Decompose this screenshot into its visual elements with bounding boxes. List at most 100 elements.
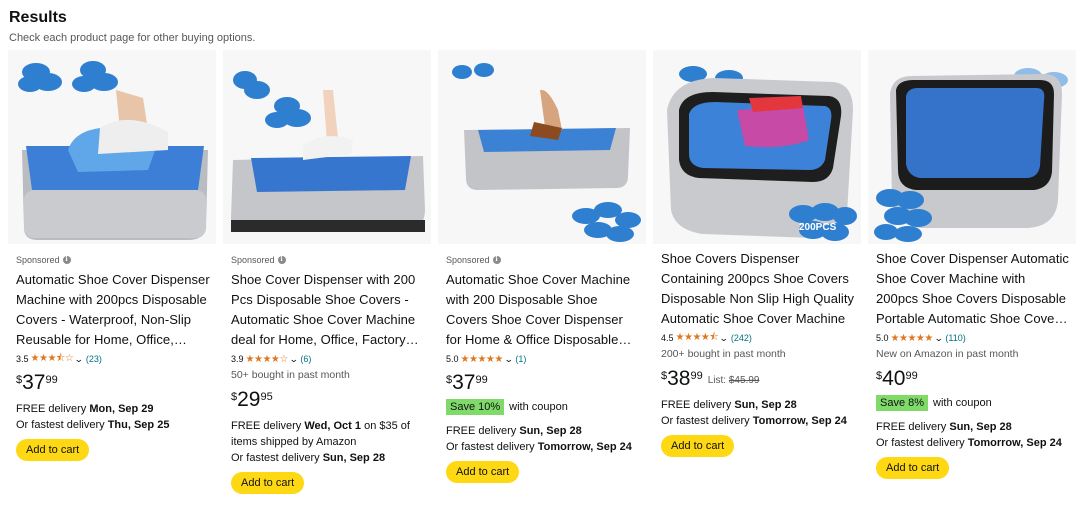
price[interactable]: $ 40 99	[876, 368, 1070, 389]
delivery-info: FREE delivery Wed, Oct 1 on $35 of items…	[231, 420, 410, 464]
product-grid: Sponsored i Automatic Shoe Cover Dispenser…	[8, 50, 1080, 510]
delivery-date: Sun, Sep 28	[949, 421, 1012, 433]
delivery-info: FREE delivery Sun, Sep 28 Or fastest del…	[661, 399, 847, 427]
product-card: Sponsored i Shoe Cover Dispenser with 200 …	[223, 50, 431, 494]
chevron-down-icon[interactable]: ⌄	[289, 354, 299, 365]
product-image[interactable]	[868, 50, 1076, 244]
price-fraction: 95	[260, 391, 273, 403]
price-whole: 37	[22, 371, 46, 394]
rating-value: 3.5	[16, 354, 29, 364]
rating-count-link[interactable]: (110)	[945, 333, 965, 343]
coupon: Save 8% with coupon	[876, 395, 1070, 411]
price-fraction: 99	[475, 374, 488, 386]
product-image[interactable]	[438, 50, 646, 244]
rating-row: 5.0 ★★★★★ ⌄ (1)	[446, 353, 640, 365]
fastest-delivery-date: Sun, Sep 28	[322, 452, 386, 464]
delivery-date: Sun, Sep 28	[519, 425, 582, 437]
add-to-cart-button[interactable]: Add to cart	[231, 472, 305, 494]
price-fraction: 99	[45, 374, 58, 386]
sponsored-label[interactable]: Sponsored i	[16, 254, 210, 266]
price[interactable]: $ 37 99	[16, 372, 210, 393]
product-card: Sponsored i Automatic Shoe Cover Machine w…	[438, 50, 646, 483]
sponsored-label[interactable]: Sponsored i	[231, 254, 425, 266]
coupon-text: with coupon	[933, 397, 992, 409]
delivery-info: FREE delivery Sun, Sep 28 Or fastest del…	[446, 425, 632, 453]
price-fraction: 99	[690, 370, 703, 382]
image-badge-text: 200PCS	[799, 222, 837, 233]
rating-count-link[interactable]: (242)	[731, 333, 752, 343]
list-price: List: $45.99	[707, 375, 760, 386]
star-rating-icon[interactable]: ★★★★★	[891, 333, 934, 344]
delivery-info: FREE delivery Mon, Sep 29 Or fastest del…	[16, 403, 170, 431]
coupon-badge: Save 8%	[876, 395, 929, 411]
coupon: Save 10% with coupon	[446, 399, 640, 415]
coupon-text: with coupon	[509, 401, 568, 413]
results-header: Results Check each product page for othe…	[9, 8, 255, 45]
product-title[interactable]: Automatic Shoe Cover Machine with 200 Di…	[446, 270, 640, 350]
delivery-date: Wed, Oct 1	[304, 420, 362, 432]
price-currency: $	[446, 374, 453, 386]
product-title[interactable]: Shoe Cover Dispenser Automatic Shoe Cove…	[876, 249, 1070, 329]
rating-row: 3.5 ★★★⯪☆ ⌄ (23)	[16, 353, 210, 365]
bought-in-past-month: 50+ bought in past month	[231, 369, 350, 381]
rating-row: 4.5 ★★★★⯪ ⌄ (242)	[661, 332, 855, 344]
rating-value: 5.0	[876, 333, 889, 343]
price[interactable]: $ 38 99 List: $45.99	[661, 368, 855, 389]
product-title[interactable]: Shoe Covers Dispenser Containing 200pcs …	[661, 249, 855, 329]
price-currency: $	[661, 370, 668, 382]
product-title[interactable]: Automatic Shoe Cover Dispenser Machine w…	[16, 270, 210, 350]
rating-value: 5.0	[446, 354, 459, 364]
delivery-date: Sun, Sep 28	[734, 399, 797, 411]
price-fraction: 99	[905, 370, 918, 382]
price-whole: 38	[667, 367, 691, 390]
info-icon[interactable]: i	[62, 256, 71, 264]
chevron-down-icon[interactable]: ⌄	[719, 333, 729, 344]
fastest-delivery-date: Thu, Sep 25	[107, 419, 170, 431]
price[interactable]: $ 37 99	[446, 372, 640, 393]
add-to-cart-button[interactable]: Add to cart	[16, 439, 90, 461]
add-to-cart-button[interactable]: Add to cart	[661, 435, 735, 457]
star-rating-icon[interactable]: ★★★★★	[461, 354, 504, 365]
rating-count-link[interactable]: (23)	[86, 354, 102, 364]
add-to-cart-button[interactable]: Add to cart	[446, 461, 520, 483]
product-image[interactable]: 200PCS	[653, 50, 861, 244]
info-icon[interactable]: i	[277, 256, 286, 264]
product-card: Shoe Cover Dispenser Automatic Shoe Cove…	[868, 50, 1076, 479]
results-subtitle: Check each product page for other buying…	[9, 32, 256, 44]
fastest-delivery-date: Tomorrow, Sep 24	[967, 437, 1062, 449]
rating-row: 3.9 ★★★★☆ ⌄ (6)	[231, 353, 425, 365]
rating-count-link[interactable]: (1)	[515, 354, 526, 364]
price-whole: 29	[237, 388, 261, 411]
coupon-badge: Save 10%	[446, 399, 505, 415]
bought-in-past-month: 200+ bought in past month	[661, 348, 786, 360]
price-currency: $	[231, 391, 238, 403]
price-whole: 40	[882, 367, 906, 390]
star-rating-icon[interactable]: ★★★★⯪	[676, 330, 719, 347]
price-whole: 37	[452, 371, 476, 394]
product-card: Sponsored i Automatic Shoe Cover Dispenser…	[8, 50, 216, 461]
add-to-cart-button[interactable]: Add to cart	[876, 457, 950, 479]
chevron-down-icon[interactable]: ⌄	[934, 333, 944, 344]
fastest-delivery-date: Tomorrow, Sep 24	[537, 441, 632, 453]
results-title: Results	[9, 9, 67, 26]
delivery-info: FREE delivery Sun, Sep 28 Or fastest del…	[876, 421, 1062, 449]
rating-row: 5.0 ★★★★★ ⌄ (110)	[876, 332, 1070, 344]
product-card: 200PCS Shoe Covers Dispenser Containing 2…	[653, 50, 861, 457]
product-image[interactable]	[8, 50, 216, 244]
price-currency: $	[876, 370, 883, 382]
fastest-delivery-date: Tomorrow, Sep 24	[752, 415, 847, 427]
chevron-down-icon[interactable]: ⌄	[504, 354, 514, 365]
info-icon[interactable]: i	[492, 256, 501, 264]
delivery-date: Mon, Sep 29	[89, 403, 154, 415]
star-rating-icon[interactable]: ★★★⯪☆	[31, 351, 74, 368]
rating-count-link[interactable]: (6)	[300, 354, 311, 364]
product-image[interactable]	[223, 50, 431, 244]
rating-value: 4.5	[661, 333, 674, 343]
star-rating-icon[interactable]: ★★★★☆	[246, 354, 289, 365]
price-currency: $	[16, 374, 23, 386]
price[interactable]: $ 29 95	[231, 389, 425, 410]
sponsored-label[interactable]: Sponsored i	[446, 254, 640, 266]
product-title[interactable]: Shoe Cover Dispenser with 200 Pcs Dispos…	[231, 270, 425, 350]
rating-value: 3.9	[231, 354, 244, 364]
chevron-down-icon[interactable]: ⌄	[74, 354, 84, 365]
